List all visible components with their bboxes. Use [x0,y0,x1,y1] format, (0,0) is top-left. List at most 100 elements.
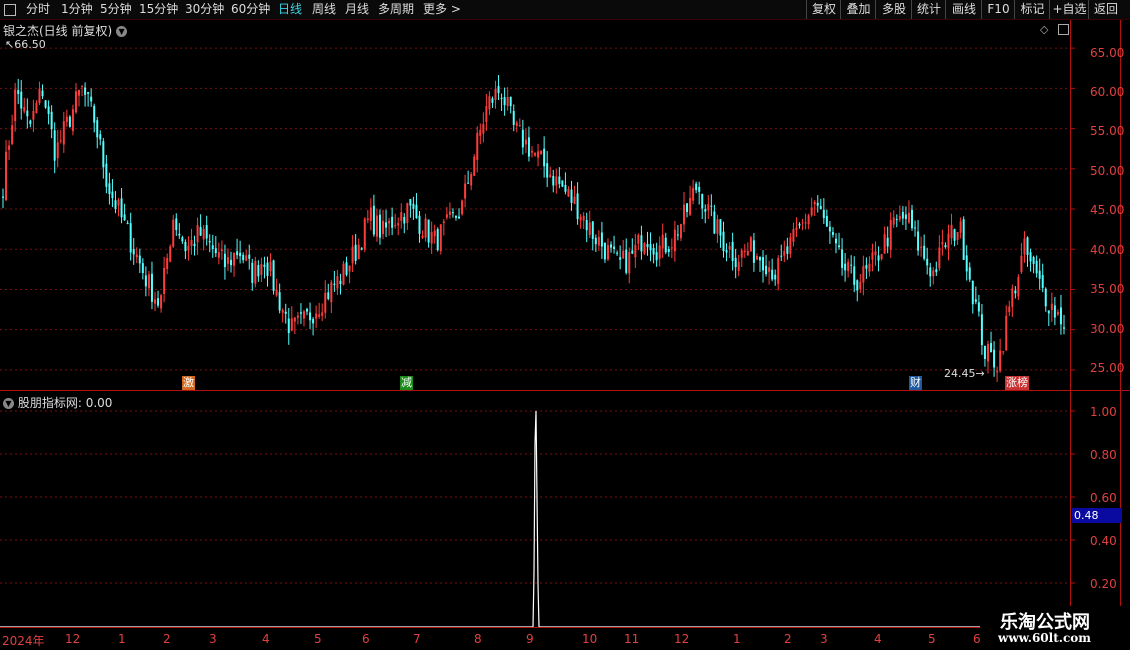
candle-body [47,106,50,114]
candle-body [324,292,327,313]
candle-body [208,241,211,243]
candle-body [476,132,479,160]
candle-body [108,183,111,195]
candle-body [339,280,342,284]
candle-body [904,214,907,220]
candle-body [445,214,448,218]
candle-body [859,281,862,289]
x-axis-label: 8 [474,632,482,646]
candle-body [573,196,576,204]
candle-body [752,240,755,263]
candle-body [725,250,728,253]
candle-body [488,96,491,110]
candle-body [1050,303,1053,311]
candle-body [907,212,910,223]
candle-body [38,88,41,104]
candle-body [470,174,473,186]
candle-body [120,198,123,218]
candle-body [783,250,786,256]
chevron-down-icon[interactable]: ▼ [3,398,14,409]
x-axis-label: 1 [118,632,126,646]
candle-body [84,87,87,95]
candle-body [646,243,649,248]
candle-body [865,265,868,269]
candle-body [649,244,652,251]
candle-body [771,269,774,280]
candle-body [442,221,445,223]
candle-body [631,250,634,254]
candle-body [281,309,284,313]
candle-body [862,266,865,283]
candle-body [318,314,321,317]
candle-body [850,264,853,266]
signal-badge-ji[interactable]: 激 [182,376,195,390]
candle-body [333,283,336,285]
candle-body [917,231,920,251]
candle-body [974,299,977,302]
candle-body [87,92,90,94]
chart-frame [0,20,1130,628]
candle-body [643,243,646,254]
candle-body [254,260,257,284]
signal-badge-cai[interactable]: 财 [909,376,922,390]
candle-body [394,225,397,227]
candle-body [707,204,710,211]
candle-body [1014,290,1017,294]
candle-body [1056,312,1059,315]
signal-badge-zhangbang[interactable]: 涨榜 [1005,376,1029,390]
candle-body [594,237,597,245]
candle-body [111,191,114,199]
candle-body [296,315,299,318]
candle-body [585,219,588,231]
candle-body [1047,310,1050,314]
candle-body [606,245,609,260]
candle-body [500,97,503,99]
candle-body [804,222,807,224]
candle-body [755,255,758,260]
candle-body [178,233,181,236]
candle-body [1044,288,1047,307]
candle-body [762,257,765,271]
candle-body [810,207,813,216]
candle-body [293,317,296,322]
candle-body [886,237,889,247]
candle-body [56,142,59,159]
candle-body [1059,307,1062,325]
indicator-y-tick: 0.40 [1090,534,1117,548]
candle-body [828,226,831,232]
candle-body [102,141,105,168]
candle-body [1038,270,1041,279]
candle-body [451,212,454,214]
candle-body [719,219,722,236]
candle-body [1020,255,1023,273]
candle-body [965,255,968,272]
candle-body [515,122,518,126]
candle-body [193,243,196,247]
candle-body [248,254,251,259]
signal-badge-jian[interactable]: 减 [400,376,413,390]
candle-body [360,248,363,250]
candle-body [628,252,631,274]
stock-chart[interactable] [0,0,1130,650]
candle-body [467,182,470,184]
y-tick-label: 55.00 [1090,124,1125,138]
candle-body [959,221,962,233]
candle-body [701,194,704,209]
candle-body [157,298,160,306]
candle-body [731,241,734,261]
candle-body [956,232,959,240]
candle-body [856,280,859,291]
candle-body [564,184,567,192]
candle-body [1029,252,1032,262]
candle-body [257,265,260,277]
candle-body [199,227,202,236]
candle-body [795,227,798,231]
candle-body [458,216,461,219]
candle-body [454,215,457,218]
candle-body [1063,327,1065,329]
candle-body [986,343,989,362]
candle-body [1053,305,1056,318]
y-tick-label: 30.00 [1090,322,1125,336]
candle-body [187,245,190,251]
candle-body [713,211,716,234]
